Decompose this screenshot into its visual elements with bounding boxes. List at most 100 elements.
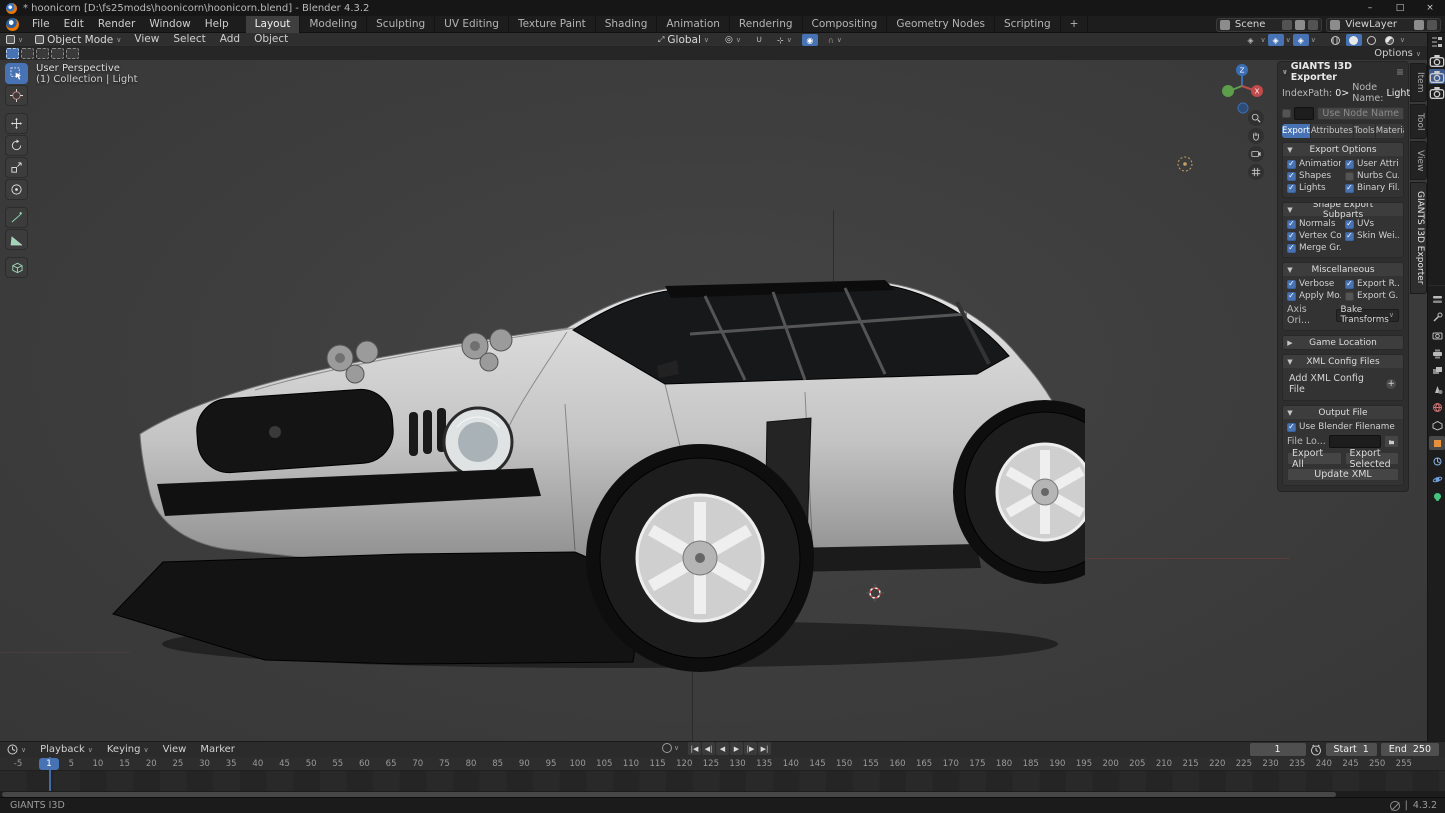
workspace-tab-texture-paint[interactable]: Texture Paint <box>509 16 596 33</box>
mode-dropdown[interactable]: Object Mode∨ <box>29 33 127 47</box>
tool-add-cube[interactable] <box>5 257 28 278</box>
sidebar-tab-tool[interactable]: Tool <box>1410 104 1427 139</box>
viewport-menu-select[interactable]: Select <box>166 31 212 48</box>
falloff-dropdown[interactable]: ∩∨ <box>822 33 848 47</box>
jump-to-prev-keyframe-button[interactable]: ◀| <box>702 742 715 755</box>
jump-to-end-button[interactable]: ▶| <box>758 742 771 755</box>
checkbox-use-blender-filename[interactable]: ✓Use Blender Filename <box>1287 422 1399 432</box>
checkbox-normals[interactable]: ✓Normals <box>1287 219 1341 229</box>
viewport-menu-view[interactable]: View <box>127 31 166 48</box>
shading-dropdown[interactable]: ∨ <box>1400 36 1405 44</box>
pivot-point-dropdown[interactable]: ◎∨ <box>719 33 747 47</box>
section-header-game-location[interactable]: ▶Game Location <box>1283 336 1403 349</box>
properties-tab-object[interactable] <box>1429 436 1445 450</box>
overlays-toggle[interactable]: ◈ <box>1293 34 1309 46</box>
checkbox-export-r-[interactable]: ✓Export R... <box>1345 279 1399 289</box>
shading-wireframe-button[interactable] <box>1328 34 1344 46</box>
sidebar-tab-giants-i3d-exporter[interactable]: GIANTS I3D Exporter <box>1410 182 1427 293</box>
viewport-zoom-button[interactable] <box>1248 110 1264 126</box>
section-header-xml-config-files[interactable]: ▼XML Config Files <box>1283 355 1403 368</box>
checkbox-user-attri-[interactable]: ✓User Attri... <box>1345 159 1399 169</box>
checkbox-box[interactable]: ✓ <box>1345 280 1354 289</box>
workspace-tab-modeling[interactable]: Modeling <box>300 16 367 33</box>
update-xml-button[interactable]: Update XML <box>1287 468 1399 481</box>
section-header-output-file[interactable]: ▼Output File <box>1283 406 1403 419</box>
checkbox-verbose[interactable]: ✓Verbose <box>1287 279 1341 289</box>
scene-selector[interactable]: Scene <box>1216 18 1323 32</box>
visibility-dropdown[interactable]: ∨ <box>1261 36 1266 44</box>
timeline-menu-view[interactable]: View <box>156 742 194 758</box>
workspace-tab-geometry-nodes[interactable]: Geometry Nodes <box>887 16 995 33</box>
menu-help[interactable]: Help <box>198 16 236 33</box>
export-selected-button[interactable]: Export Selected <box>1345 452 1400 465</box>
tool-annotate[interactable] <box>5 207 28 228</box>
viewport-toggle-perspective-button[interactable] <box>1248 164 1264 180</box>
checkbox-box[interactable]: ✓ <box>1287 244 1296 253</box>
timeline-menu-marker[interactable]: Marker <box>193 742 242 758</box>
select-mode-invert[interactable] <box>51 48 64 59</box>
timeline-menu-playback[interactable]: Playback∨ <box>33 742 100 758</box>
workspace-tab-scripting[interactable]: Scripting <box>995 16 1061 33</box>
checkbox-box[interactable]: ✓ <box>1287 280 1296 289</box>
viewport-pan-button[interactable] <box>1248 128 1264 144</box>
options-dropdown[interactable]: Options∨ <box>1374 48 1421 59</box>
maximize-button[interactable]: □ <box>1385 0 1415 16</box>
checkbox-box[interactable]: ✓ <box>1345 232 1354 241</box>
exporter-tab-material[interactable]: Material <box>1376 124 1404 138</box>
properties-tab-tool[interactable] <box>1429 310 1445 324</box>
shading-material-preview-button[interactable] <box>1364 34 1380 46</box>
select-mode-subtract[interactable] <box>36 48 49 59</box>
current-frame-field[interactable]: 1 <box>1250 743 1306 756</box>
properties-tab-collection[interactable] <box>1429 418 1445 432</box>
workspace-tab-sculpting[interactable]: Sculpting <box>367 16 435 33</box>
close-button[interactable]: × <box>1415 0 1445 16</box>
viewport-camera-view-button[interactable] <box>1248 146 1264 162</box>
checkbox-box[interactable]: ✓ <box>1287 423 1296 432</box>
panel-drag-handle-icon[interactable]: ≡ <box>1396 67 1404 78</box>
checkbox-lights[interactable]: ✓Lights <box>1287 183 1341 193</box>
tool-scale[interactable] <box>5 157 28 178</box>
checkbox-box[interactable]: ✓ <box>1287 172 1296 181</box>
checkbox-box[interactable]: ✓ <box>1287 184 1296 193</box>
section-header-export-options[interactable]: ▼Export Options <box>1283 143 1403 156</box>
workspace-tab-layout[interactable]: Layout <box>246 16 301 33</box>
viewport-menu-add[interactable]: Add <box>213 31 247 48</box>
exporter-tab-tools[interactable]: Tools <box>1354 124 1376 138</box>
tool-measure[interactable] <box>5 229 28 250</box>
checkbox-box[interactable]: ✓ <box>1345 184 1354 193</box>
checkbox-skin-wei-[interactable]: ✓Skin Wei... <box>1345 231 1399 241</box>
shading-rendered-button[interactable] <box>1382 34 1398 46</box>
timeline-ruler[interactable]: -551015202530354045505560657075808590951… <box>0 757 1445 771</box>
checkbox-apply-mo-[interactable]: ✓Apply Mo... <box>1287 291 1341 301</box>
tool-rotate[interactable] <box>5 135 28 156</box>
tool-cursor[interactable] <box>5 85 28 106</box>
tool-select-box[interactable] <box>5 63 28 84</box>
checkbox-box[interactable]: ✓ <box>1287 160 1296 169</box>
start-frame-field[interactable]: Start1 <box>1326 743 1377 756</box>
menu-render[interactable]: Render <box>91 16 142 33</box>
gizmos-toggle[interactable]: ◈ <box>1268 34 1284 46</box>
tool-move[interactable] <box>5 113 28 134</box>
shading-solid-button[interactable] <box>1346 34 1362 46</box>
viewlayer-selector[interactable]: ViewLayer <box>1326 18 1441 32</box>
gizmos-dropdown[interactable]: ∨ <box>1286 36 1291 44</box>
sidebar-tab-item[interactable]: Item <box>1410 63 1427 102</box>
outliner-item-camera-0[interactable] <box>1429 53 1445 68</box>
checkbox-export-g-[interactable]: Export G... <box>1345 291 1399 301</box>
play-forward-button[interactable]: ▶ <box>730 742 743 755</box>
checkbox-binary-fil-[interactable]: ✓Binary Fil... <box>1345 183 1399 193</box>
timeline-tracks[interactable] <box>0 771 1445 791</box>
snap-target-dropdown[interactable]: ⊹∨ <box>771 33 798 47</box>
viewport-3d[interactable]: User Perspective (1) Collection | Light … <box>0 60 1427 741</box>
jump-to-next-keyframe-button[interactable]: |▶ <box>744 742 757 755</box>
workspace-tab-animation[interactable]: Animation <box>657 16 730 33</box>
properties-tab-render[interactable] <box>1429 328 1445 342</box>
exporter-tab-attributes[interactable]: Attributes <box>1311 124 1354 138</box>
checkbox-shapes[interactable]: ✓Shapes <box>1287 171 1341 181</box>
blender-menu-icon[interactable] <box>6 18 19 31</box>
minimize-button[interactable]: – <box>1355 0 1385 16</box>
menu-edit[interactable]: Edit <box>57 16 91 33</box>
timeline-menu-keying[interactable]: Keying∨ <box>100 742 156 758</box>
checkbox-nurbs-cu-[interactable]: Nurbs Cu... <box>1345 171 1399 181</box>
auto-keying-toggle[interactable]: ∨ <box>662 743 679 753</box>
